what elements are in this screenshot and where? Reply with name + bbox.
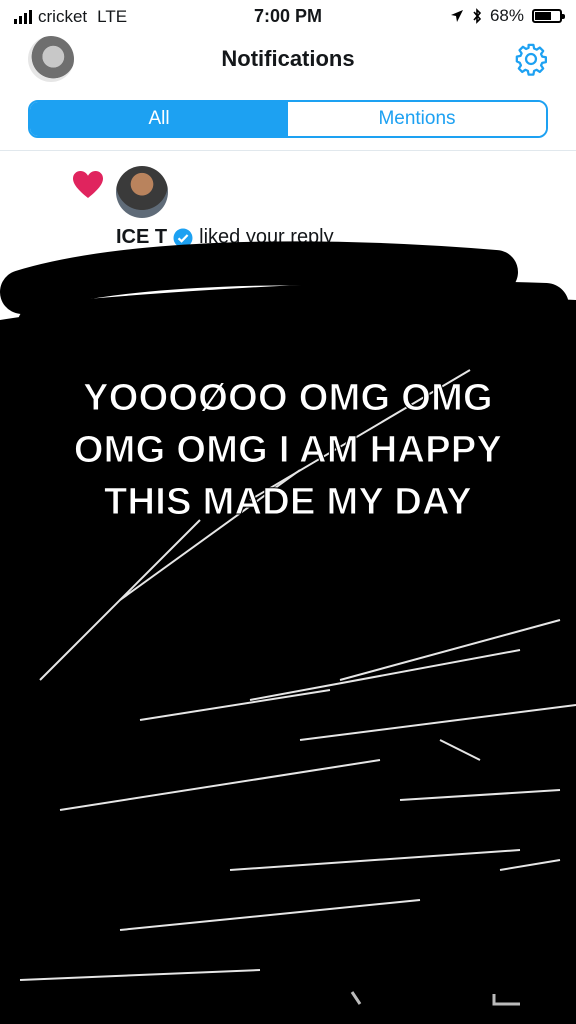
caption-line: THIS MADE MY DAY: [104, 481, 473, 524]
caption-line: YOOOØOO OMG OMG: [83, 377, 494, 420]
caption-line: OMG OMG I AM HAPPY: [73, 429, 503, 472]
overlay-caption: YOOOØOO OMG OMG OMG OMG I AM HAPPY THIS …: [20, 372, 556, 528]
